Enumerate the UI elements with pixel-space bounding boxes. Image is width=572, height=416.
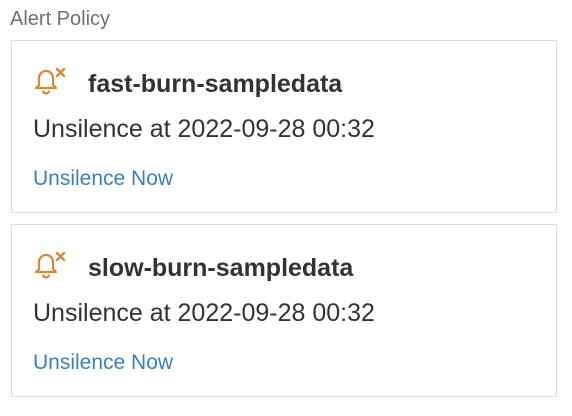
bell-off-icon <box>32 251 68 285</box>
policy-name: fast-burn-sampledata <box>88 70 343 98</box>
section-title: Alert Policy <box>10 8 111 30</box>
bell-off-icon <box>32 67 68 101</box>
unsilence-now-link[interactable]: Unsilence Now <box>33 165 173 193</box>
unsilence-now-link[interactable]: Unsilence Now <box>33 349 173 377</box>
silence-status-text: Unsilence at 2022-09-28 00:32 <box>33 299 375 327</box>
silence-status-text: Unsilence at 2022-09-28 00:32 <box>33 115 375 143</box>
card-header: slow-burn-sampledata <box>32 251 353 285</box>
policy-name: slow-burn-sampledata <box>88 254 354 282</box>
alert-policy-card: fast-burn-sampledata Unsilence at 2022-0… <box>11 40 557 213</box>
card-header: fast-burn-sampledata <box>32 67 342 101</box>
alert-policy-card: slow-burn-sampledata Unsilence at 2022-0… <box>11 224 557 397</box>
